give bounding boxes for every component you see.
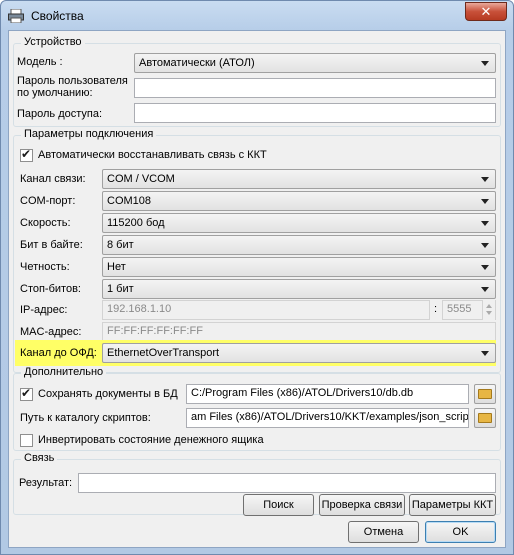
chevron-down-icon	[481, 61, 489, 66]
scripts-path-browse-button[interactable]	[474, 408, 496, 428]
close-button[interactable]: ✕	[465, 2, 507, 21]
ip-field[interactable]: 192.168.1.10	[102, 300, 430, 320]
port-spinner[interactable]	[482, 300, 495, 320]
model-label: Модель :	[17, 56, 63, 68]
default-password-label-line1: Пароль пользователя	[17, 75, 128, 87]
link-group-legend: Связь	[21, 452, 58, 464]
check-connection-button[interactable]: Проверка связи	[319, 494, 405, 516]
device-group-legend: Устройство	[21, 36, 85, 48]
stop-bits-select-value: 1 бит	[107, 283, 134, 295]
kkt-params-button[interactable]: Параметры ККТ	[409, 494, 496, 516]
checkmark-icon: ✔	[21, 147, 32, 161]
ofd-channel-label: Канал до ОФД:	[20, 347, 97, 359]
chevron-down-icon	[486, 311, 492, 315]
speed-label: Скорость:	[20, 217, 71, 229]
channel-select[interactable]: COM / VCOM	[102, 169, 496, 189]
com-port-label: COM-порт:	[20, 195, 76, 207]
db-path-field[interactable]: C:/Program Files (x86)/ATOL/Drivers10/db…	[186, 384, 469, 404]
connection-group-legend: Параметры подключения	[21, 128, 157, 140]
channel-select-value: COM / VCOM	[107, 173, 175, 185]
scripts-path-field[interactable]: am Files (x86)/ATOL/Drivers10/KKT/exampl…	[186, 408, 469, 428]
chevron-up-icon	[486, 304, 492, 308]
ofd-channel-select[interactable]: EthernetOverTransport	[102, 343, 496, 363]
invert-drawer-label[interactable]: Инвертировать состояние денежного ящика	[38, 434, 264, 446]
chevron-down-icon	[481, 243, 489, 248]
speed-select[interactable]: 115200 бод	[102, 213, 496, 233]
search-button[interactable]: Поиск	[243, 494, 314, 516]
bits-select-value: 8 бит	[107, 239, 134, 251]
auto-restore-label[interactable]: Автоматически восстанавливать связь с КК…	[38, 149, 267, 161]
ofd-channel-select-value: EthernetOverTransport	[107, 347, 220, 359]
chevron-down-icon	[481, 221, 489, 226]
chevron-down-icon	[481, 265, 489, 270]
auto-restore-checkbox[interactable]: ✔	[20, 147, 33, 162]
save-docs-label[interactable]: Сохранять документы в БД	[38, 388, 178, 400]
com-port-select-value: COM108	[107, 195, 152, 207]
parity-select-value: Нет	[107, 261, 126, 273]
save-docs-checkbox[interactable]: ✔	[20, 386, 33, 401]
ok-button[interactable]: OK	[425, 521, 496, 543]
invert-drawer-checkbox[interactable]	[20, 434, 33, 447]
access-password-field[interactable]	[134, 103, 496, 123]
port-separator: :	[434, 303, 438, 315]
access-password-label: Пароль доступа:	[17, 108, 103, 120]
folder-icon	[478, 413, 492, 423]
title-bar[interactable]: Свойства ✕	[1, 1, 513, 31]
speed-select-value: 115200 бод	[107, 217, 165, 229]
bits-label: Бит в байте:	[20, 239, 83, 251]
folder-icon	[478, 389, 492, 399]
chevron-down-icon	[481, 351, 489, 356]
printer-icon	[8, 9, 24, 23]
model-select[interactable]: Автоматически (АТОЛ)	[134, 53, 496, 73]
stop-bits-label: Стоп-битов:	[20, 283, 81, 295]
dialog-client-area: Устройство Модель : Автоматически (АТОЛ)…	[8, 30, 506, 548]
additional-group-legend: Дополнительно	[21, 366, 107, 378]
window-title: Свойства	[31, 9, 84, 23]
default-password-label-line2: по умолчанию:	[17, 87, 93, 99]
mac-label: MAC-адрес:	[20, 326, 82, 338]
ip-label: IP-адрес:	[20, 304, 68, 316]
mac-field[interactable]: FF:FF:FF:FF:FF:FF	[102, 322, 496, 342]
com-port-select[interactable]: COM108	[102, 191, 496, 211]
bits-select[interactable]: 8 бит	[102, 235, 496, 255]
chevron-down-icon	[481, 177, 489, 182]
parity-select[interactable]: Нет	[102, 257, 496, 277]
parity-label: Четность:	[20, 261, 70, 273]
db-path-browse-button[interactable]	[474, 384, 496, 404]
cancel-button[interactable]: Отмена	[348, 521, 419, 543]
model-select-value: Автоматически (АТОЛ)	[139, 57, 255, 69]
properties-window: Свойства ✕ Устройство Модель : Автоматич…	[0, 0, 514, 555]
result-label: Результат:	[19, 477, 73, 489]
chevron-down-icon	[481, 287, 489, 292]
checkmark-icon: ✔	[21, 386, 32, 400]
scripts-path-label: Путь к каталогу скриптов:	[20, 412, 151, 424]
channel-label: Канал связи:	[20, 173, 86, 185]
stop-bits-select[interactable]: 1 бит	[102, 279, 496, 299]
chevron-down-icon	[481, 199, 489, 204]
default-password-field[interactable]	[134, 78, 496, 98]
result-field[interactable]	[78, 473, 496, 493]
